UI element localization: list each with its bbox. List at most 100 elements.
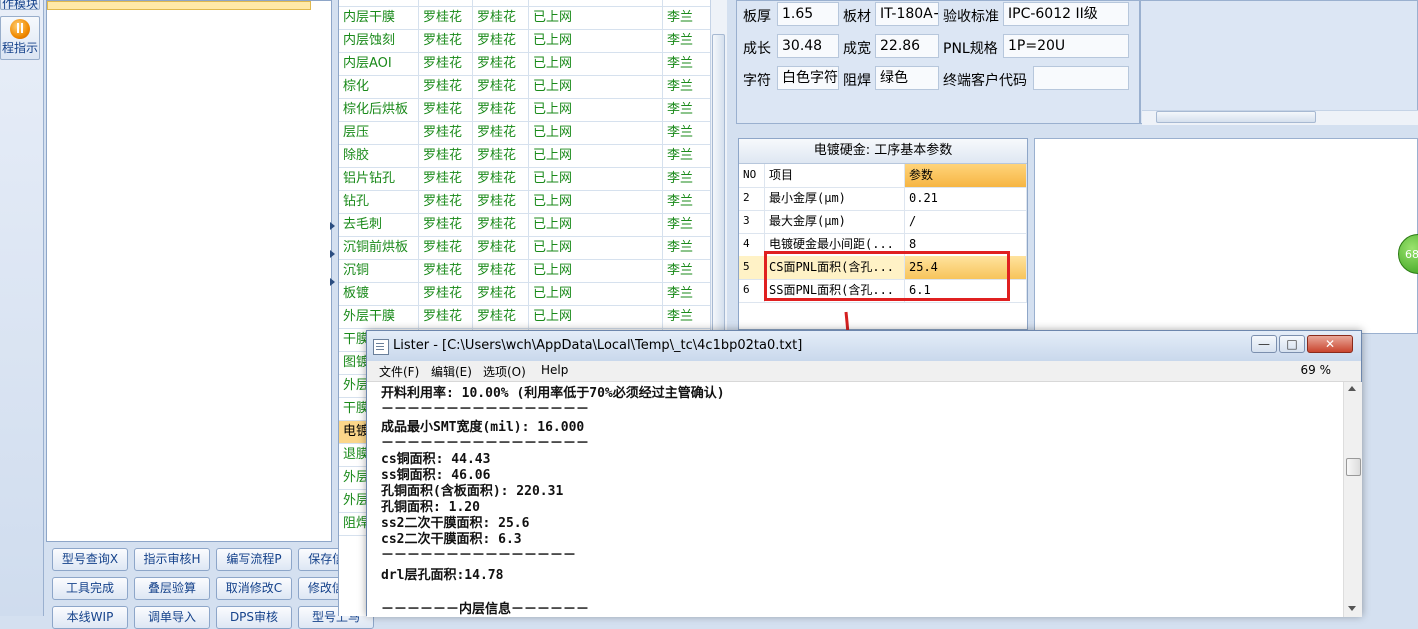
grid-cell-status[interactable]: 已上网 <box>529 145 663 168</box>
grid-cell-operator[interactable]: 李兰 <box>663 99 710 122</box>
grid-row[interactable]: 板镀 罗桂花 罗桂花 已上网 李兰 <box>339 283 710 306</box>
grid-cell-engineer[interactable]: 罗桂花 <box>419 168 473 191</box>
lister-content[interactable]: 开料利用率: 10.00% (利用率低于70%必须经过主管确认) －－－－－－－－… <box>367 382 1343 617</box>
grid-cell-process-name[interactable]: 铝片钻孔 <box>339 168 419 191</box>
menu-options[interactable]: 选项(O) <box>483 363 526 380</box>
grid-cell-process-name[interactable]: 除胶 <box>339 145 419 168</box>
grid-cell-reviewer[interactable]: 罗桂花 <box>473 168 529 191</box>
grid-cell-reviewer[interactable]: 罗桂花 <box>473 260 529 283</box>
col-header-param[interactable]: 参数 <box>905 164 1027 187</box>
grid-cell-process-name[interactable]: 外层干膜 <box>339 306 419 329</box>
scroll-up-icon[interactable] <box>1348 386 1356 391</box>
grid-cell-operator[interactable]: 李兰 <box>663 260 710 283</box>
grid-cell-reviewer[interactable]: 罗桂花 <box>473 53 529 76</box>
grid-cell-engineer[interactable]: 罗桂花 <box>419 7 473 30</box>
menu-file[interactable]: 文件(F) <box>379 363 419 380</box>
standard-field[interactable]: IPC-6012 II级 <box>1003 2 1129 26</box>
grid-cell-engineer[interactable]: 罗桂花 <box>419 237 473 260</box>
splitter-arrow-icon[interactable] <box>330 278 335 286</box>
grid-cell-reviewer[interactable]: 罗桂花 <box>473 145 529 168</box>
lister-v-scrollbar[interactable] <box>1343 382 1362 617</box>
review-instruction-button[interactable]: 指示审核H <box>134 548 210 571</box>
grid-cell-process-name[interactable]: 棕化后烘板 <box>339 99 419 122</box>
minimize-button[interactable]: — <box>1251 335 1277 353</box>
grid-cell-process-name[interactable]: 去毛刺 <box>339 214 419 237</box>
char-field[interactable]: 白色字符 <box>777 66 839 90</box>
grid-cell-engineer[interactable]: 罗桂花 <box>419 0 473 7</box>
grid-cell-status[interactable]: 已上网 <box>529 191 663 214</box>
write-flow-button[interactable]: 编写流程P <box>216 548 292 571</box>
grid-cell-status[interactable]: 已上网 <box>529 306 663 329</box>
grid-cell-process-name[interactable]: 层压 <box>339 122 419 145</box>
material-field[interactable]: IT-180A+ <box>875 2 939 26</box>
grid-cell-status[interactable]: 已上网 <box>529 53 663 76</box>
grid-cell-engineer[interactable]: 罗桂花 <box>419 191 473 214</box>
grid-cell-process-name[interactable]: 内层蚀刻 <box>339 30 419 53</box>
grid-cell-engineer[interactable]: 罗桂花 <box>419 145 473 168</box>
scroll-down-icon[interactable] <box>1348 606 1356 611</box>
grid-cell-process-name[interactable]: 开料后烘板 <box>339 0 419 7</box>
grid-cell-status[interactable]: 已上网 <box>529 214 663 237</box>
grid-cell-operator[interactable]: 李兰 <box>663 191 710 214</box>
grid-row[interactable]: 内层干膜 罗桂花 罗桂花 已上网 李兰 <box>339 7 710 30</box>
model-list[interactable] <box>46 0 332 542</box>
mask-field[interactable]: 绿色 <box>875 66 939 90</box>
grid-cell-engineer[interactable]: 罗桂花 <box>419 122 473 145</box>
menu-help[interactable]: Help <box>541 363 568 377</box>
col-header-item[interactable]: 项目 <box>765 164 905 187</box>
grid-cell-reviewer[interactable]: 罗桂花 <box>473 191 529 214</box>
grid-cell-status[interactable]: 已上网 <box>529 283 663 306</box>
grid-row[interactable]: 开料后烘板罗桂花罗桂花已上网李兰 <box>339 0 710 7</box>
grid-cell-process-name[interactable]: 沉铜 <box>339 260 419 283</box>
stackup-check-button[interactable]: 叠层验算 <box>134 577 210 600</box>
grid-row[interactable]: 内层蚀刻 罗桂花 罗桂花 已上网 李兰 <box>339 30 710 53</box>
grid-row[interactable]: 棕化后烘板 罗桂花 罗桂花 已上网 李兰 <box>339 99 710 122</box>
grid-cell-reviewer[interactable]: 罗桂花 <box>473 0 529 7</box>
splitter-arrow-icon[interactable] <box>330 250 335 258</box>
grid-row[interactable]: 沉铜 罗桂花 罗桂花 已上网 李兰 <box>339 260 710 283</box>
grid-cell-operator[interactable]: 李兰 <box>663 30 710 53</box>
grid-cell-engineer[interactable]: 罗桂花 <box>419 30 473 53</box>
grid-cell-engineer[interactable]: 罗桂花 <box>419 283 473 306</box>
grid-cell-operator[interactable]: 李兰 <box>663 145 710 168</box>
grid-cell-operator[interactable]: 李兰 <box>663 214 710 237</box>
line-wip-button[interactable]: 本线WIP <box>52 606 128 629</box>
grid-cell-process-name[interactable]: 棕化 <box>339 76 419 99</box>
grid-cell-operator[interactable]: 李兰 <box>663 7 710 30</box>
info-h-scroll-thumb[interactable] <box>1156 111 1316 123</box>
grid-cell-operator[interactable]: 李兰 <box>663 122 710 145</box>
grid-row[interactable]: 铝片钻孔 罗桂花 罗桂花 已上网 李兰 <box>339 168 710 191</box>
selected-list-row[interactable] <box>47 1 311 10</box>
close-button[interactable]: ✕ <box>1307 335 1353 353</box>
grid-scroll-thumb[interactable] <box>712 34 725 334</box>
tool-complete-button[interactable]: 工具完成 <box>52 577 128 600</box>
grid-cell-engineer[interactable]: 罗桂花 <box>419 99 473 122</box>
grid-cell-operator[interactable]: 李兰 <box>663 53 710 76</box>
grid-cell-operator[interactable]: 李兰 <box>663 76 710 99</box>
menu-edit[interactable]: 编辑(E) <box>431 363 472 380</box>
grid-row[interactable]: 沉铜前烘板 罗桂花 罗桂花 已上网 李兰 <box>339 237 710 260</box>
grid-cell-engineer[interactable]: 罗桂花 <box>419 76 473 99</box>
width-field[interactable]: 22.86 <box>875 34 939 58</box>
length-field[interactable]: 30.48 <box>777 34 839 58</box>
grid-cell-process-name[interactable]: 板镀 <box>339 283 419 306</box>
grid-cell-reviewer[interactable]: 罗桂花 <box>473 7 529 30</box>
grid-cell-operator[interactable]: 李兰 <box>663 283 710 306</box>
grid-cell-process-name[interactable]: 钻孔 <box>339 191 419 214</box>
grid-cell-reviewer[interactable]: 罗桂花 <box>473 214 529 237</box>
dps-review-button[interactable]: DPS审核 <box>216 606 292 629</box>
left-nav-item-guide[interactable]: 程指示 <box>0 16 40 60</box>
pnl-field[interactable]: 1P=20U <box>1003 34 1129 58</box>
grid-cell-reviewer[interactable]: 罗桂花 <box>473 283 529 306</box>
cancel-edit-button[interactable]: 取消修改C <box>216 577 292 600</box>
grid-cell-operator[interactable]: 李兰 <box>663 168 710 191</box>
grid-row[interactable]: 层压 罗桂花 罗桂花 已上网 李兰 <box>339 122 710 145</box>
grid-row[interactable]: 去毛刺 罗桂花 罗桂花 已上网 李兰 <box>339 214 710 237</box>
grid-cell-process-name[interactable]: 沉铜前烘板 <box>339 237 419 260</box>
grid-cell-reviewer[interactable]: 罗桂花 <box>473 306 529 329</box>
grid-cell-process-name[interactable]: 内层干膜 <box>339 7 419 30</box>
splitter-arrow-icon[interactable] <box>330 222 335 230</box>
grid-cell-operator[interactable]: 李兰 <box>663 237 710 260</box>
grid-cell-reviewer[interactable]: 罗桂花 <box>473 99 529 122</box>
grid-cell-engineer[interactable]: 罗桂花 <box>419 306 473 329</box>
